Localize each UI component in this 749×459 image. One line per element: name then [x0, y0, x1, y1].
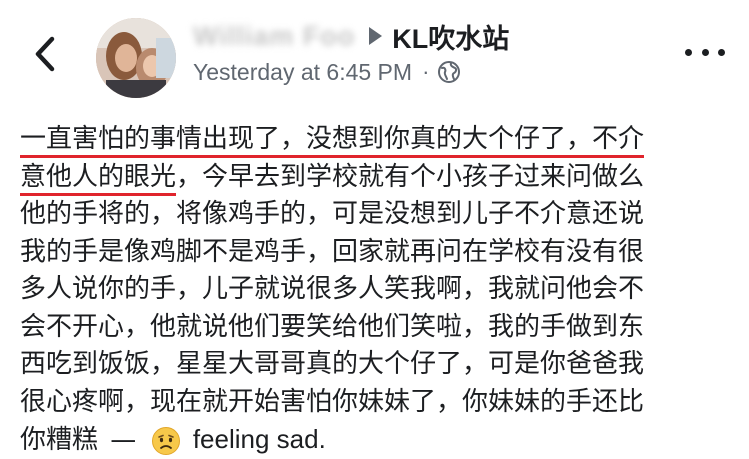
author-name[interactable]: William Foo [193, 21, 355, 52]
post-text-line: 很心疼啊，现在就开始害怕你妹妹了，你妹妹的手还比 [20, 386, 645, 417]
triangle-right-icon [369, 27, 383, 45]
post-text-line: 你糟糕 — feeling sad. [20, 421, 730, 459]
highlighted-text: 一直害怕的事情出现了，没想到你真的大个仔了，不介 [20, 124, 645, 158]
feeling-label[interactable]: feeling sad. [193, 424, 326, 454]
more-options-icon-dot [718, 48, 725, 56]
post-timestamp[interactable]: Yesterday at 6:45 PM [193, 59, 412, 86]
globe-icon[interactable] [437, 60, 461, 84]
highlighted-text: 意他人的眼光 [20, 161, 177, 196]
post-text-line: 意他人的眼光，今早去到学校就有个小孩子过来问做么 [20, 159, 730, 197]
post-text-line: 会不开心，他就说他们要笑给他们笑啦，我的手做到东 [20, 311, 645, 342]
feeling-dash: — [110, 425, 137, 455]
post-text: 你糟糕 [20, 425, 99, 455]
avatar-image [96, 18, 176, 98]
more-options-icon [685, 48, 692, 56]
post-title-line: William Foo KL吹水站 [193, 20, 659, 54]
post-text-line: 他的手将的，将像鸡手的，可是没想到儿子不介意还说 [20, 199, 645, 229]
avatar[interactable] [96, 18, 176, 98]
post-header: William Foo KL吹水站 Yesterday at 6:45 PM · [193, 20, 659, 87]
meta-separator: · [422, 59, 430, 84]
post-meta-line: Yesterday at 6:45 PM · [193, 57, 659, 87]
post-text-line: 西吃到饭饭，星星大哥哥真的大个仔了，可是你爸爸我 [20, 349, 645, 379]
more-options-button[interactable] [685, 40, 725, 64]
chevron-left-icon [35, 36, 55, 72]
post-text-line: 一直害怕的事情出现了，没想到你真的大个仔了，不介 [20, 121, 730, 159]
post-text-line: 多人说你的手，儿子就说很多人笑我啊，我就问他会不 [20, 274, 645, 304]
more-options-icon-dot [701, 48, 709, 56]
post-text-line: 我的手是像鸡脚不是鸡手，回家就再问在学校有没有很 [20, 236, 645, 267]
sad-face-icon [151, 426, 181, 456]
post-body: 一直害怕的事情出现了，没想到你真的大个仔了，不介 意他人的眼光，今早去到学校就有… [20, 121, 730, 459]
back-button[interactable] [28, 34, 62, 74]
facebook-post-screen: William Foo KL吹水站 Yesterday at 6:45 PM ·… [0, 0, 749, 459]
group-name[interactable]: KL吹水站 [392, 17, 509, 56]
post-text: ，今早去到学校就有个小孩子过来问做么 [176, 161, 645, 192]
